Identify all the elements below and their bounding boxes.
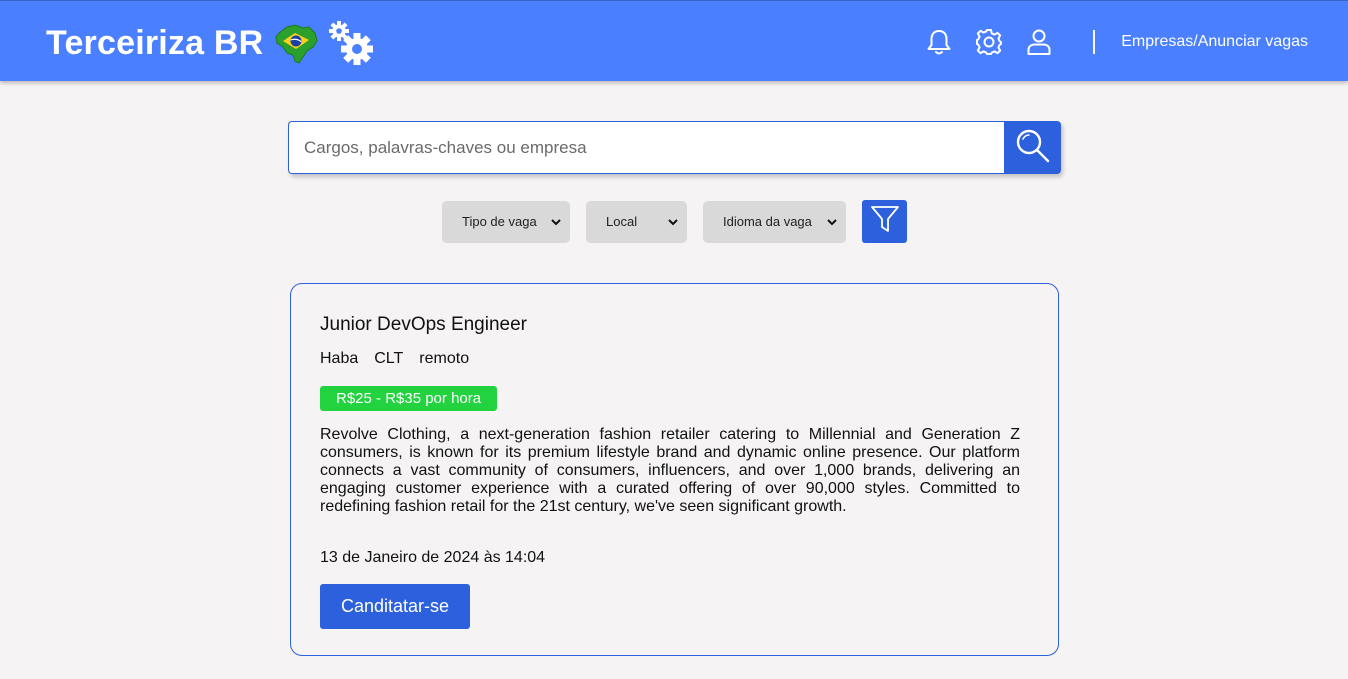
- apply-button[interactable]: Canditatar-se: [320, 584, 470, 629]
- job-company: Haba: [320, 350, 359, 367]
- top-header: Terceiriza BR Empresas/Anunciar vagas: [0, 0, 1348, 81]
- search-bar: [288, 121, 1061, 174]
- language-select[interactable]: Idioma da vaga: [703, 200, 846, 243]
- job-posted-date: 13 de Janeiro de 2024 às 14:04: [320, 549, 546, 566]
- chevron-down-icon: [550, 216, 562, 228]
- search-icon: [1014, 127, 1052, 168]
- search-input[interactable]: [288, 121, 1004, 174]
- filter-button[interactable]: [862, 200, 907, 243]
- companies-post-jobs-link[interactable]: Empresas/Anunciar vagas: [1121, 33, 1308, 51]
- filter-icon: [870, 204, 900, 239]
- search-button[interactable]: [1004, 121, 1061, 174]
- chevron-down-icon: [667, 216, 679, 228]
- language-select-value: Idioma da vaga: [723, 214, 812, 229]
- job-meta: Haba CLT remoto: [320, 349, 1020, 369]
- header-divider: [1093, 29, 1096, 54]
- job-contract-type: CLT: [374, 350, 404, 367]
- bell-icon[interactable]: [925, 28, 953, 56]
- job-description: Revolve Clothing, a next-generation fash…: [320, 426, 1020, 515]
- job-work-mode: remoto: [419, 350, 470, 367]
- chevron-down-icon: [826, 216, 838, 228]
- brand-logo[interactable]: Terceiriza BR: [46, 21, 377, 65]
- user-icon[interactable]: [1025, 28, 1053, 56]
- job-card: Junior DevOps Engineer Haba CLT remoto R…: [290, 283, 1059, 656]
- location-select[interactable]: Local: [586, 200, 687, 243]
- job-type-select[interactable]: Tipo de vaga: [442, 200, 570, 243]
- filters-row: Tipo de vaga Local Idioma da vaga: [442, 200, 907, 243]
- job-title[interactable]: Junior DevOps Engineer: [320, 313, 1020, 337]
- header-actions: Empresas/Anunciar vagas: [903, 1, 1308, 82]
- location-select-value: Local: [606, 214, 638, 229]
- salary-badge: R$25 - R$35 por hora: [320, 386, 498, 411]
- brazil-map-icon: [273, 19, 321, 67]
- job-type-select-value: Tipo de vaga: [462, 214, 537, 229]
- gear-icon[interactable]: [975, 28, 1003, 56]
- gears-icon: [327, 18, 377, 68]
- brand-title: Terceiriza BR: [46, 24, 264, 62]
